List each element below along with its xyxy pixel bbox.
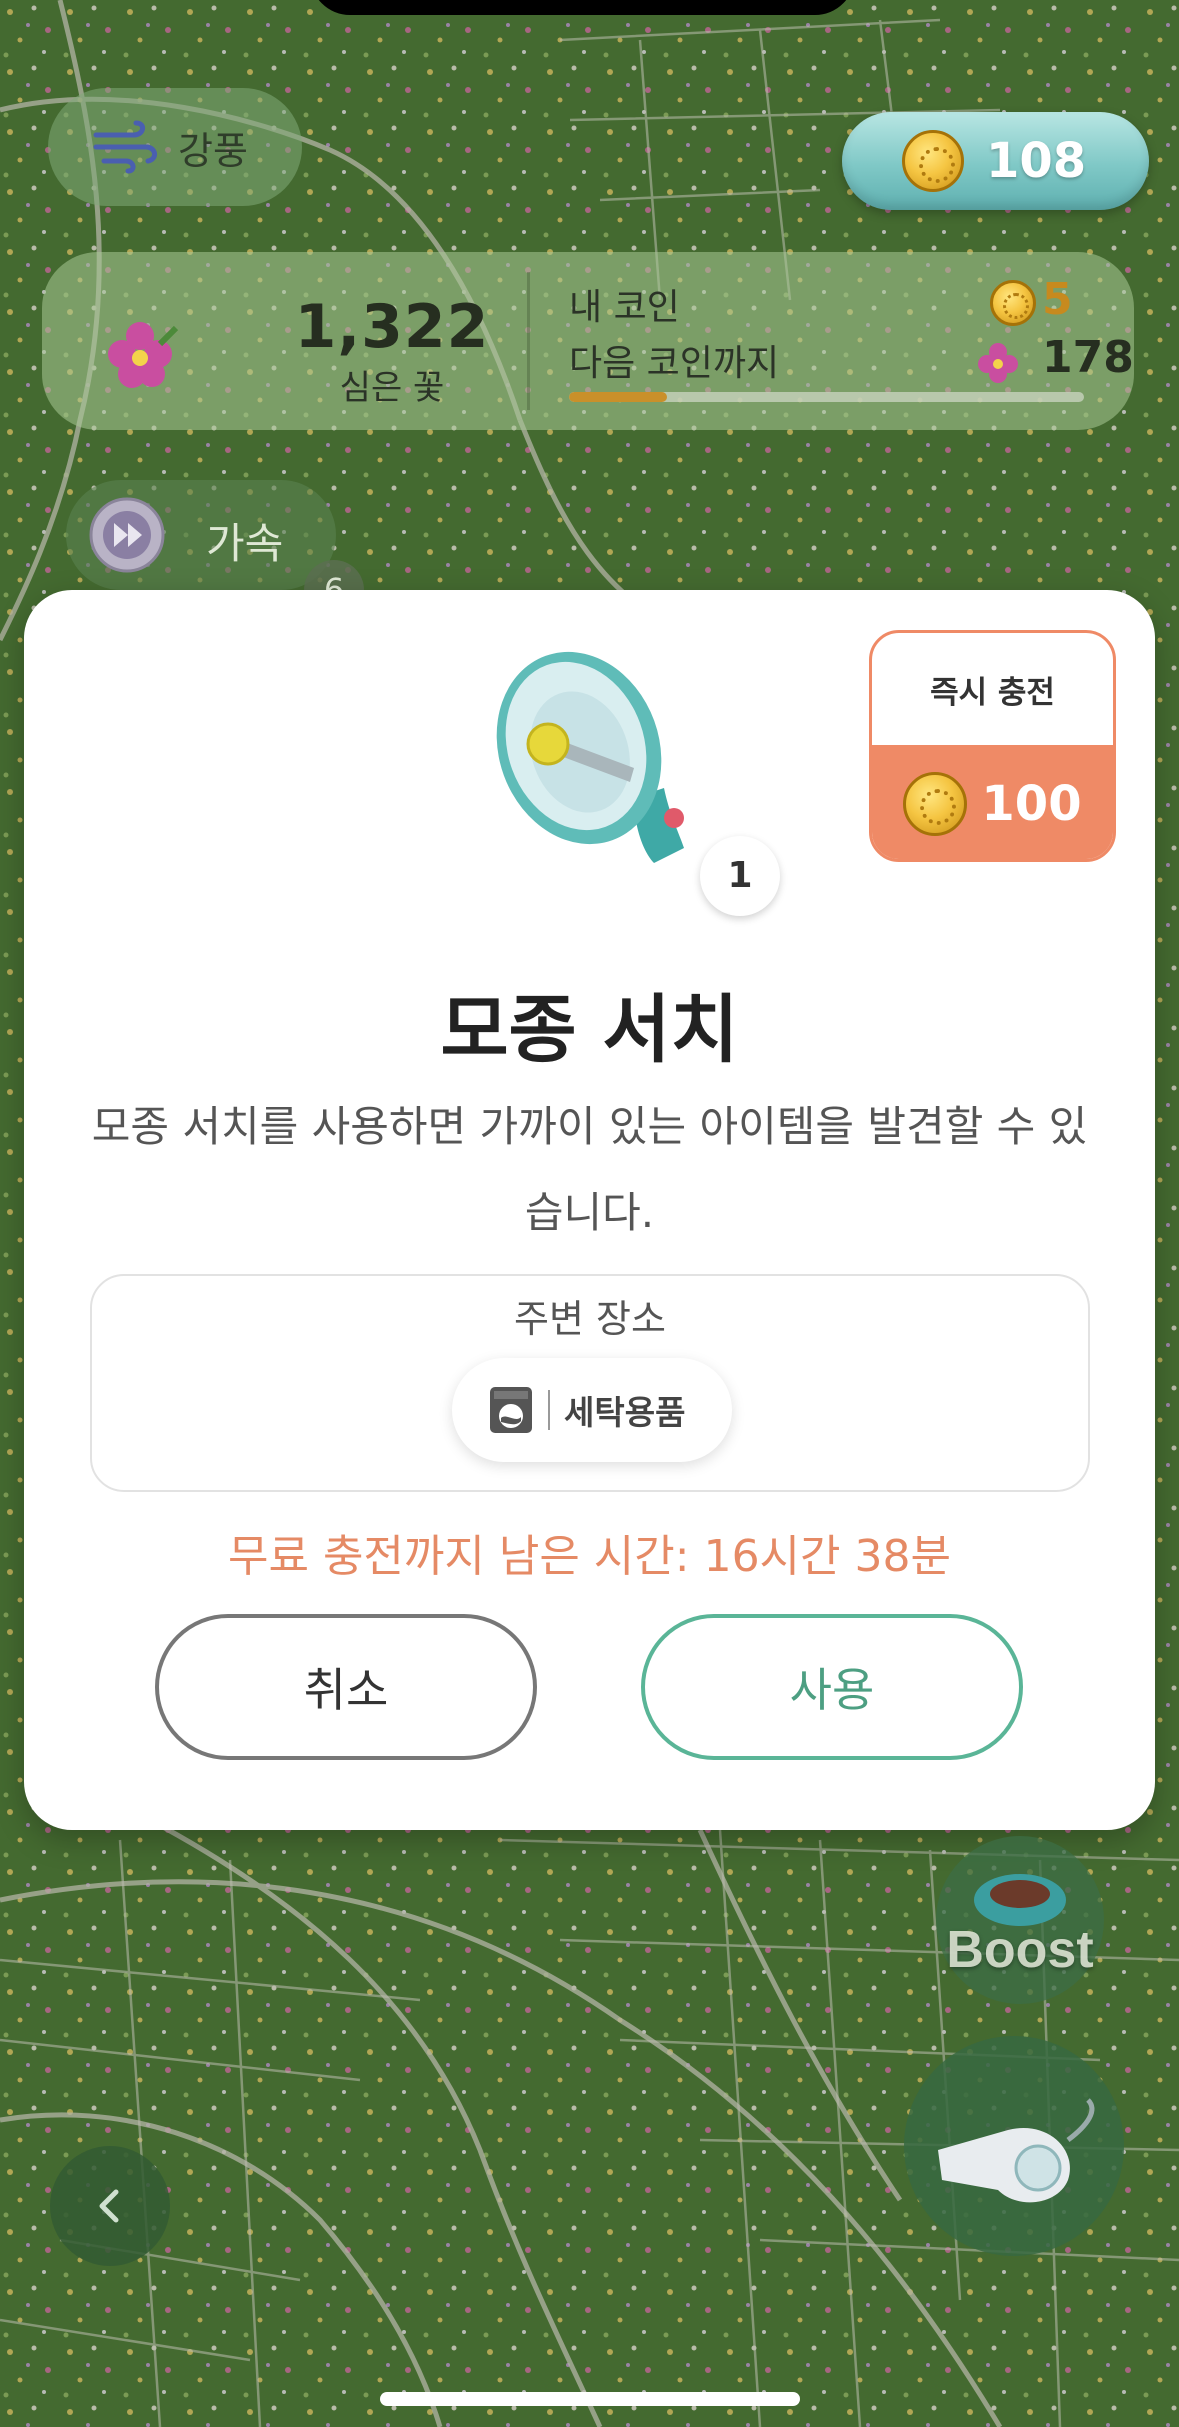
free-recharge-timer: 무료 충전까지 남은 시간: 16시간 38분 (228, 1531, 951, 1582)
next-coin-label: 다음 코인까지 (569, 343, 780, 384)
speed-up-button[interactable]: 가속 6 (66, 480, 364, 620)
nearby-place-chip[interactable]: 세탁용품 (452, 1358, 732, 1462)
recharge-price-value: 100 (981, 775, 1082, 832)
instant-recharge-button[interactable]: 즉시 충전 100 (869, 630, 1116, 862)
speed-label: 가속 (206, 519, 284, 568)
nearby-places-box: 주변 장소 세탁용품 (90, 1274, 1090, 1492)
planted-count: 1,322 (294, 292, 490, 362)
washer-icon (490, 1387, 532, 1433)
coin-balance-pill[interactable]: 108 (842, 112, 1149, 210)
nearby-places-label: 주변 장소 (514, 1297, 666, 1341)
megaphone-icon (496, 651, 684, 863)
coin-icon (990, 280, 1036, 326)
nearby-place-label: 세탁용품 (564, 1393, 686, 1432)
back-button[interactable] (50, 2146, 170, 2266)
next-coin-progress (569, 392, 1084, 402)
planted-label: 심은 꽃 (339, 368, 445, 408)
next-coin-value: 178 (1042, 332, 1134, 383)
device-notch (310, 0, 855, 15)
my-coin-value: 5 (1042, 274, 1073, 325)
back-chevron-icon (99, 2189, 119, 2223)
flower-icon (108, 322, 179, 388)
recharge-title: 즉시 충전 (930, 674, 1055, 711)
home-indicator[interactable] (380, 2392, 800, 2406)
dialog-description: 모종 서치를 사용하면 가까이 있는 아이템을 발견할 수 있습니다. (91, 1102, 1088, 1237)
wind-icon (93, 120, 157, 174)
fast-forward-icon (89, 497, 165, 573)
dialog-title: 모종 서치 (440, 987, 739, 1073)
cancel-button[interactable]: 취소 (155, 1614, 537, 1760)
wind-status-chip[interactable]: 강풍 (48, 88, 302, 206)
stats-divider (527, 272, 530, 410)
boost-label: Boost (946, 1921, 1094, 1979)
coin-balance: 108 (986, 133, 1087, 189)
coin-icon (903, 771, 968, 836)
item-count-badge: 1 (700, 836, 780, 916)
next-coin-progress-fill (569, 392, 667, 402)
recharge-price: 100 (872, 745, 1113, 859)
chip-separator (548, 1390, 550, 1430)
flower-icon (978, 343, 1018, 383)
whistle-icon[interactable] (898, 2030, 1130, 2262)
coin-icon (902, 130, 964, 192)
use-button[interactable]: 사용 (641, 1614, 1023, 1760)
my-coin-label: 내 코인 (569, 287, 680, 328)
stats-card: 1,322 심은 꽃 내 코인 다음 코인까지 5 178 (42, 252, 1134, 430)
wind-label: 강풍 (178, 128, 248, 173)
item-use-dialog: 즉시 충전 100 1 모종 서치 모종 서치를 사용하면 가까이 있는 아이템… (24, 590, 1155, 1830)
